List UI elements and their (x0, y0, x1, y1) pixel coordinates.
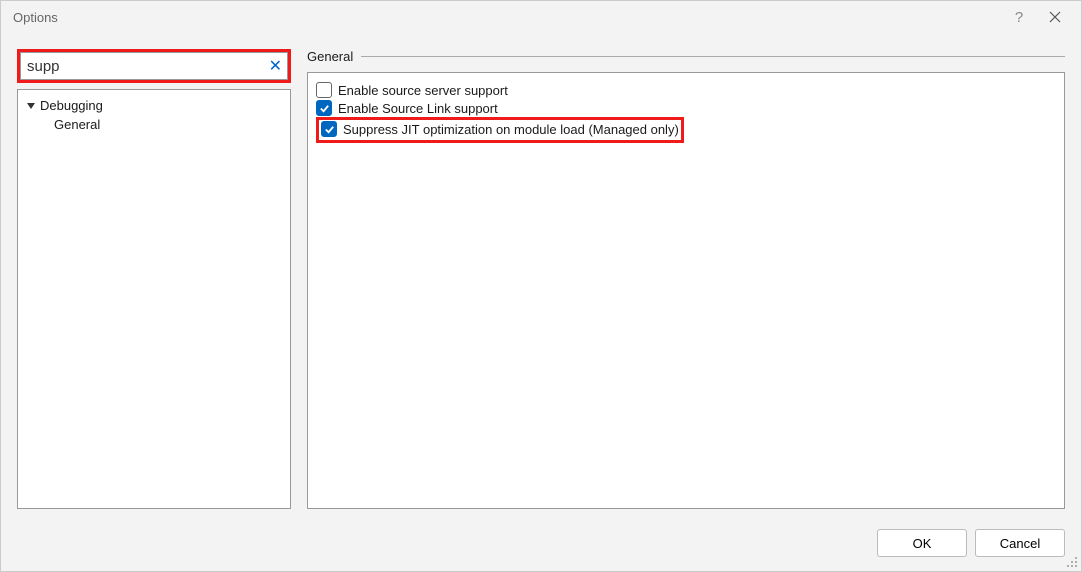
close-icon (1049, 11, 1061, 23)
section-header: General (307, 49, 1065, 64)
section-heading-text: General (307, 49, 353, 64)
dialog-footer: OK Cancel (1, 517, 1081, 571)
search-input[interactable] (20, 52, 288, 80)
tree-label: Debugging (40, 98, 103, 113)
checkbox-icon[interactable] (316, 82, 332, 98)
content-area: ✕ Debugging General General (1, 33, 1081, 517)
option-label: Suppress JIT optimization on module load… (343, 122, 679, 137)
close-button[interactable] (1037, 3, 1073, 31)
tree-item-general[interactable]: General (20, 115, 288, 134)
option-label: Enable source server support (338, 83, 508, 98)
option-suppress-jit-highlight: Suppress JIT optimization on module load… (316, 117, 684, 143)
category-tree[interactable]: Debugging General (17, 89, 291, 509)
checkbox-icon[interactable] (316, 100, 332, 116)
resize-grip-icon[interactable] (1064, 554, 1078, 568)
window-title: Options (13, 10, 1001, 25)
search-highlight: ✕ (17, 49, 291, 83)
options-panel: Enable source server support Enable Sour… (307, 72, 1065, 509)
right-pane: General Enable source server support Ena… (307, 49, 1065, 509)
clear-search-icon[interactable]: ✕ (269, 56, 282, 76)
section-divider (361, 56, 1065, 57)
checkbox-icon[interactable] (321, 121, 337, 137)
option-enable-source-server[interactable]: Enable source server support (316, 81, 1056, 99)
help-button[interactable]: ? (1001, 3, 1037, 31)
expand-arrow-icon (26, 101, 36, 111)
option-label: Enable Source Link support (338, 101, 498, 116)
ok-button[interactable]: OK (877, 529, 967, 557)
option-enable-source-link[interactable]: Enable Source Link support (316, 99, 1056, 117)
cancel-button[interactable]: Cancel (975, 529, 1065, 557)
tree-item-debugging[interactable]: Debugging (20, 96, 288, 115)
tree-label: General (54, 117, 100, 132)
titlebar: Options ? (1, 1, 1081, 33)
left-pane: ✕ Debugging General (17, 49, 291, 509)
options-dialog: Options ? ✕ Debugging (0, 0, 1082, 572)
